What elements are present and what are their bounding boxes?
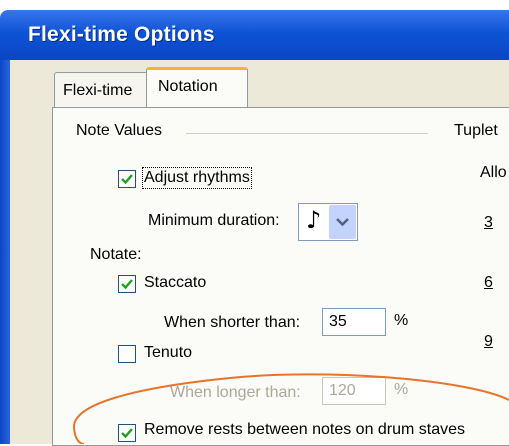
tenuto-threshold-label: When longer than: (170, 384, 301, 401)
tuplet-option-6[interactable]: 6 (484, 274, 493, 292)
checkmark-icon (121, 174, 133, 185)
staccato-label[interactable]: Staccato (144, 274, 206, 292)
note-values-divider (186, 133, 428, 134)
staccato-threshold-label: When shorter than: (164, 314, 301, 331)
tab-flexi-time[interactable]: Flexi-time (54, 72, 148, 107)
adjust-rhythms-checkbox[interactable] (118, 170, 136, 188)
staccato-unit: % (394, 312, 409, 329)
adjust-rhythms-label[interactable]: Adjust rhythms (142, 167, 252, 189)
tuplet-option-9[interactable]: 9 (484, 333, 493, 351)
dropdown-button[interactable] (329, 205, 356, 239)
tenuto-percent-value: 120 (329, 382, 356, 399)
tab-notation-label: Notation (158, 78, 218, 95)
tuplets-allow-label: Allo (480, 164, 507, 181)
notate-label: Notate: (90, 246, 142, 263)
tenuto-checkbox[interactable] (118, 345, 136, 363)
note-values-label: Note Values (76, 122, 162, 139)
tab-flexi-time-label: Flexi-time (63, 82, 133, 99)
chevron-down-icon (336, 218, 349, 227)
tuplets-label: Tuplet (454, 122, 498, 139)
title-bar[interactable]: Flexi-time Options (0, 10, 509, 60)
eighth-note-icon: ♪ (306, 206, 322, 234)
tuplet-option-3[interactable]: 3 (484, 214, 493, 232)
minimum-duration-label: Minimum duration: (148, 212, 280, 229)
remove-rests-label[interactable]: Remove rests between notes on drum stave… (144, 421, 465, 439)
tenuto-percent-input[interactable]: 120 (322, 377, 386, 405)
staccato-checkbox[interactable] (118, 275, 136, 293)
checkmark-icon (121, 279, 133, 290)
remove-rests-checkbox[interactable] (118, 424, 136, 442)
minimum-duration-dropdown[interactable]: ♪ (298, 203, 358, 241)
tenuto-unit: % (394, 381, 409, 398)
checkmark-icon (121, 428, 133, 439)
dialog-title: Flexi-time Options (28, 23, 215, 46)
tab-notation[interactable]: Notation (146, 67, 248, 110)
window-border (0, 60, 10, 444)
staccato-percent-input[interactable]: 35 (322, 308, 386, 336)
tenuto-label[interactable]: Tenuto (144, 344, 192, 362)
staccato-percent-value: 35 (329, 313, 347, 330)
